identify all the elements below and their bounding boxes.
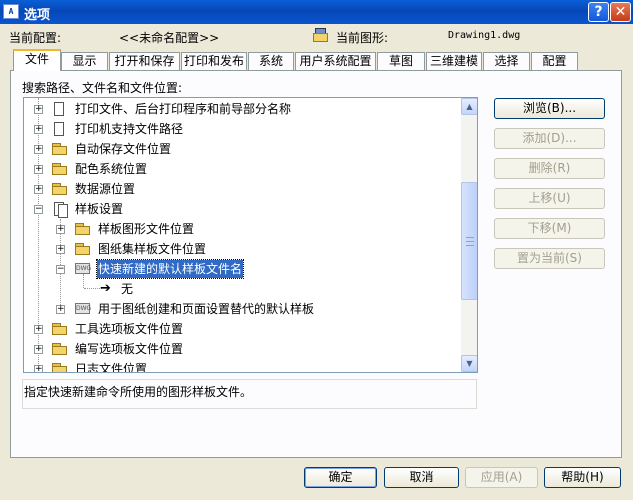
scroll-up-arrow-icon[interactable]: ▲ [461, 98, 477, 115]
apply-button[interactable]: 应用(A) [465, 467, 538, 488]
help-title-button[interactable]: ? [588, 2, 609, 22]
folder-icon [52, 143, 67, 155]
tree-item[interactable]: + 数据源位置 [24, 180, 461, 198]
expand-plus-icon[interactable]: + [34, 125, 43, 134]
remove-button[interactable]: 删除(R) [494, 158, 605, 179]
expand-plus-icon[interactable]: + [34, 165, 43, 174]
dwg-icon: DWG [75, 303, 92, 314]
tree-item[interactable]: ➔ 无 [24, 280, 461, 298]
tree-item[interactable]: + 打印文件、后台打印程序和前导部分名称 [24, 100, 461, 118]
expand-plus-icon[interactable]: + [34, 105, 43, 114]
tree-item[interactable]: + 工具选项板文件位置 [24, 320, 461, 338]
move-down-button[interactable]: 下移(M) [494, 218, 605, 239]
search-paths-tree[interactable]: + 打印文件、后台打印程序和前导部分名称 + 打印机支持文件路径 + 自动保存文… [23, 97, 478, 373]
tab-system[interactable]: 系统 [248, 52, 294, 70]
tree-item[interactable]: + 自动保存文件位置 [24, 140, 461, 158]
tree-scrollbar[interactable]: ▲ ▼ [461, 98, 477, 372]
expand-plus-icon[interactable]: + [34, 365, 43, 372]
folder-icon [52, 323, 67, 335]
scroll-down-arrow-icon[interactable]: ▼ [461, 355, 477, 372]
tab-3d-modeling[interactable]: 三维建模 [426, 52, 482, 70]
cancel-button[interactable]: 取消 [384, 467, 459, 488]
folder-icon [52, 343, 67, 355]
expand-plus-icon[interactable]: + [34, 325, 43, 334]
folder-icon [75, 243, 90, 255]
tab-drafting[interactable]: 草图 [377, 52, 425, 70]
set-current-button[interactable]: 置为当前(S) [494, 248, 605, 269]
expand-plus-icon[interactable]: + [34, 145, 43, 154]
expand-plus-icon[interactable]: + [56, 245, 65, 254]
current-profile-label: 当前配置: [9, 31, 62, 45]
tab-files[interactable]: 文件 [13, 49, 61, 71]
search-paths-label: 搜索路径、文件名和文件位置: [22, 81, 183, 95]
collapse-minus-icon[interactable]: − [56, 265, 65, 274]
scroll-thumb[interactable] [461, 182, 477, 300]
expand-plus-icon[interactable]: + [34, 185, 43, 194]
tree-item[interactable]: + 图纸集样板文件位置 [24, 240, 461, 258]
arrow-right-icon: ➔ [100, 281, 111, 296]
tab-profiles[interactable]: 配置 [531, 52, 578, 70]
expand-plus-icon[interactable]: + [34, 345, 43, 354]
tree-item[interactable]: + 样板图形文件位置 [24, 220, 461, 238]
tab-plot-publish[interactable]: 打印和发布 [181, 52, 247, 70]
dwg-icon: DWG [75, 263, 92, 274]
collapse-minus-icon[interactable]: − [34, 205, 43, 214]
move-up-button[interactable]: 上移(U) [494, 188, 605, 209]
tab-selection[interactable]: 选择 [483, 52, 530, 70]
add-button[interactable]: 添加(D)... [494, 128, 605, 149]
tree-item[interactable]: + DWG 用于图纸创建和页面设置替代的默认样板 [24, 300, 461, 318]
tree-item[interactable]: + 配色系统位置 [24, 160, 461, 178]
tab-user-preferences[interactable]: 用户系统配置 [295, 52, 376, 70]
expand-plus-icon[interactable]: + [56, 305, 65, 314]
browse-button[interactable]: 浏览(B)... [494, 98, 605, 119]
document-icon [54, 102, 64, 116]
window-title: 选项 [24, 8, 51, 23]
folder-icon [52, 183, 67, 195]
tree-item[interactable]: − 样板设置 [24, 200, 461, 218]
folder-icon [52, 363, 67, 372]
expand-plus-icon[interactable]: + [56, 225, 65, 234]
close-button[interactable]: ✕ [610, 2, 631, 22]
folder-icon [75, 223, 90, 235]
tree-item[interactable]: + 日志文件位置 [24, 360, 461, 372]
document-icon [54, 122, 64, 136]
current-drawing-value: Drawing1.dwg [448, 30, 521, 41]
tree-item[interactable]: + 编写选项板文件位置 [24, 340, 461, 358]
tab-open-save[interactable]: 打开和保存 [109, 52, 180, 70]
title-bar[interactable]: A 选项 ? ✕ [0, 0, 633, 24]
current-drawing-label: 当前图形: [336, 31, 389, 45]
autocad-app-icon: A [3, 4, 19, 19]
description-text: 指定快速新建命令所使用的图形样板文件。 [22, 379, 477, 409]
drawing-icon [313, 28, 329, 43]
tree-item[interactable]: + 打印机支持文件路径 [24, 120, 461, 138]
help-button[interactable]: 帮助(H) [544, 467, 621, 488]
folder-icon [52, 163, 67, 175]
tab-display[interactable]: 显示 [61, 52, 108, 70]
tree-item-selected[interactable]: − DWG 快速新建的默认样板文件名 [24, 259, 461, 279]
ok-button[interactable]: 确定 [304, 467, 377, 488]
current-profile-value: <<未命名配置>> [119, 31, 220, 45]
